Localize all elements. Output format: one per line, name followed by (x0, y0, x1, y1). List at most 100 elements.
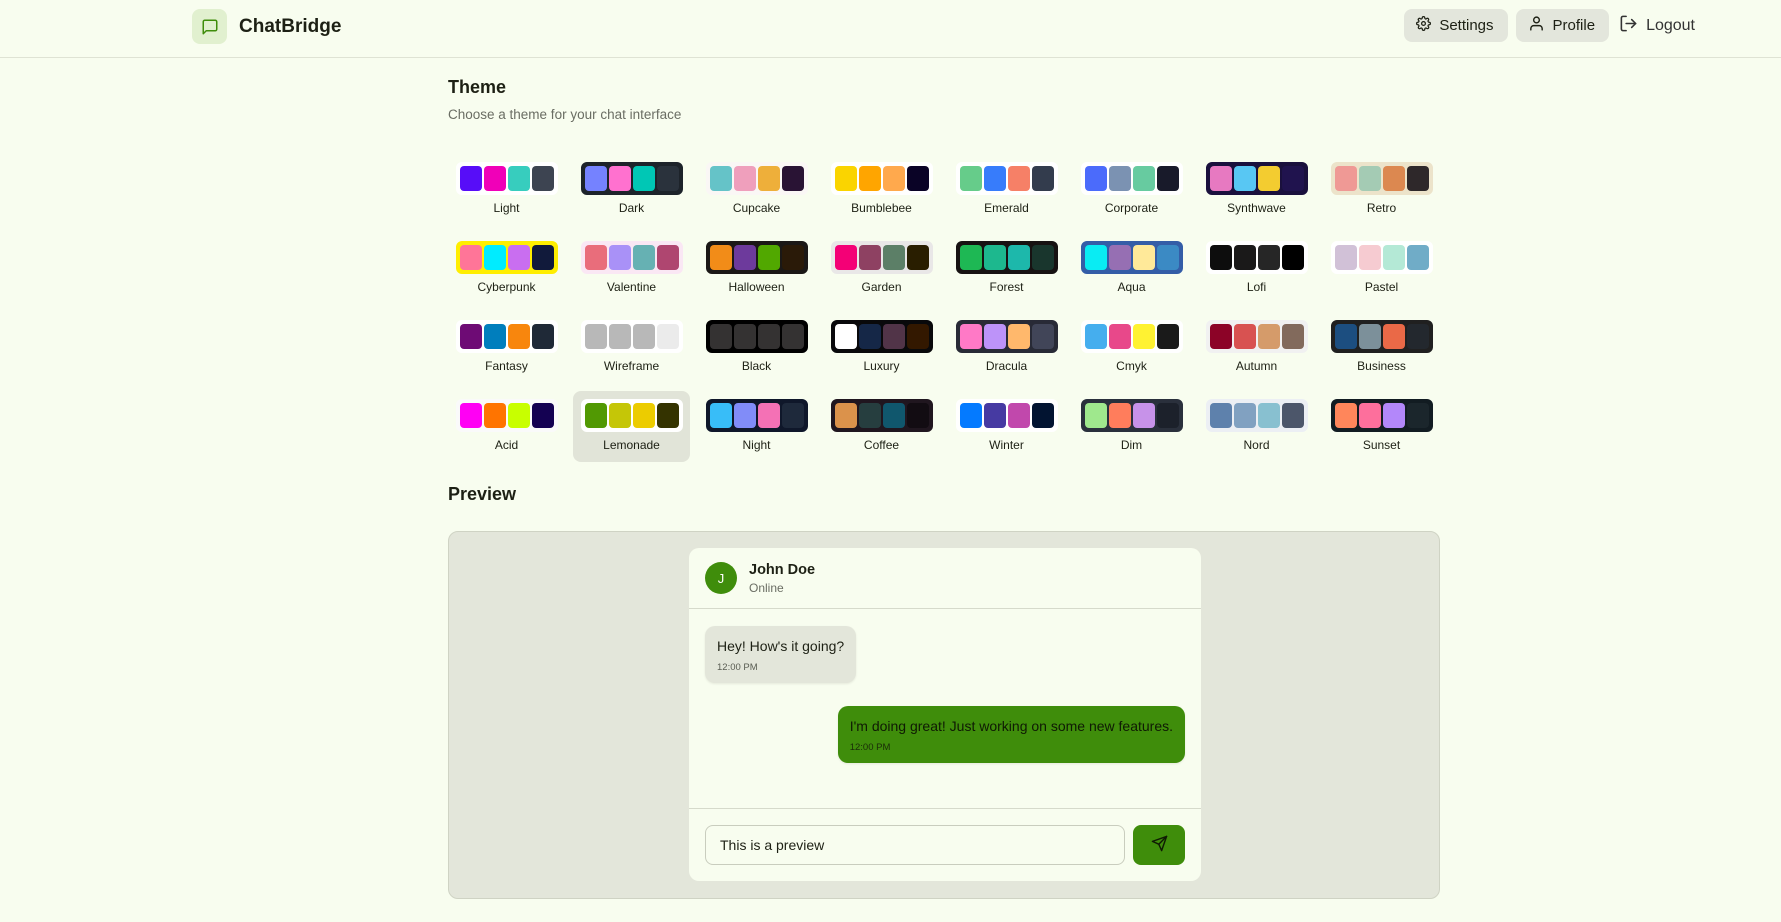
color-swatch (1209, 166, 1232, 191)
theme-swatch-group (1080, 399, 1183, 432)
theme-label: Pastel (1364, 280, 1399, 294)
theme-label: Halloween (728, 280, 785, 294)
color-swatch (1281, 324, 1304, 349)
theme-label: Business (1357, 359, 1406, 373)
color-swatch (959, 166, 982, 191)
theme-option-synthwave[interactable]: Synthwave (1198, 154, 1315, 225)
theme-option-light[interactable]: Light (448, 154, 565, 225)
message-time: 12:00 PM (717, 662, 758, 673)
color-swatch (781, 324, 804, 349)
theme-option-acid[interactable]: Acid (448, 391, 565, 462)
theme-option-corporate[interactable]: Corporate (1073, 154, 1190, 225)
theme-label: Acid (494, 438, 519, 452)
message-outgoing: I'm doing great! Just working on some ne… (837, 706, 1185, 763)
theme-label: Light (493, 201, 520, 215)
color-swatch (1007, 403, 1030, 428)
theme-option-luxury[interactable]: Luxury (823, 312, 940, 383)
theme-option-emerald[interactable]: Emerald (948, 154, 1065, 225)
theme-option-autumn[interactable]: Autumn (1198, 312, 1315, 383)
theme-swatch-group (1205, 241, 1308, 274)
theme-label: Cupcake (732, 201, 781, 215)
settings-button[interactable]: Settings (1404, 9, 1508, 42)
theme-option-fantasy[interactable]: Fantasy (448, 312, 565, 383)
theme-option-nord[interactable]: Nord (1198, 391, 1315, 462)
theme-swatch-group (1330, 162, 1433, 195)
color-swatch (834, 245, 857, 270)
send-button[interactable] (1133, 825, 1185, 865)
theme-label: Luxury (863, 359, 900, 373)
theme-option-dim[interactable]: Dim (1073, 391, 1190, 462)
color-swatch (507, 245, 530, 270)
color-swatch (1358, 166, 1381, 191)
chat-input-row (689, 808, 1201, 881)
theme-option-wireframe[interactable]: Wireframe (573, 312, 690, 383)
theme-label: Dim (1120, 438, 1143, 452)
color-swatch (632, 245, 655, 270)
message-input[interactable] (705, 825, 1125, 865)
color-swatch (1334, 166, 1357, 191)
color-swatch (906, 166, 929, 191)
theme-option-halloween[interactable]: Halloween (698, 233, 815, 304)
color-swatch (733, 324, 756, 349)
theme-swatch-group (580, 241, 683, 274)
color-swatch (656, 324, 679, 349)
theme-option-black[interactable]: Black (698, 312, 815, 383)
color-swatch (1084, 166, 1107, 191)
theme-label: Sunset (1362, 438, 1401, 452)
color-swatch (483, 324, 506, 349)
logout-label: Logout (1646, 16, 1695, 34)
color-swatch (709, 324, 732, 349)
color-swatch (1209, 403, 1232, 428)
color-swatch (858, 245, 881, 270)
user-icon (1528, 15, 1545, 36)
theme-option-lofi[interactable]: Lofi (1198, 233, 1315, 304)
theme-option-coffee[interactable]: Coffee (823, 391, 940, 462)
profile-button[interactable]: Profile (1515, 9, 1610, 42)
color-swatch (584, 403, 607, 428)
color-swatch (1031, 245, 1054, 270)
brand-link[interactable]: ChatBridge (192, 9, 341, 44)
theme-option-winter[interactable]: Winter (948, 391, 1065, 462)
color-swatch (1233, 166, 1256, 191)
color-swatch (1031, 403, 1054, 428)
theme-option-sunset[interactable]: Sunset (1323, 391, 1440, 462)
theme-option-garden[interactable]: Garden (823, 233, 940, 304)
contact-status: Online (749, 580, 784, 595)
color-swatch (757, 166, 780, 191)
theme-option-forest[interactable]: Forest (948, 233, 1065, 304)
color-swatch (733, 403, 756, 428)
theme-option-night[interactable]: Night (698, 391, 815, 462)
logout-button[interactable]: Logout (1619, 9, 1695, 42)
theme-option-cupcake[interactable]: Cupcake (698, 154, 815, 225)
color-swatch (781, 245, 804, 270)
theme-option-business[interactable]: Business (1323, 312, 1440, 383)
theme-option-cyberpunk[interactable]: Cyberpunk (448, 233, 565, 304)
color-swatch (781, 403, 804, 428)
theme-option-bumblebee[interactable]: Bumblebee (823, 154, 940, 225)
theme-option-dark[interactable]: Dark (573, 154, 690, 225)
color-swatch (1132, 403, 1155, 428)
top-navbar: ChatBridge Settings Profile Logout (0, 0, 1781, 58)
theme-swatch-group (455, 241, 558, 274)
preview-area: J John Doe Online Hey! How's it going? 1… (448, 531, 1440, 899)
chat-window: J John Doe Online Hey! How's it going? 1… (689, 548, 1201, 881)
color-swatch (584, 245, 607, 270)
color-swatch (584, 324, 607, 349)
theme-option-retro[interactable]: Retro (1323, 154, 1440, 225)
color-swatch (483, 245, 506, 270)
theme-option-dracula[interactable]: Dracula (948, 312, 1065, 383)
theme-swatch-group (705, 320, 808, 353)
theme-label: Garden (861, 280, 902, 294)
theme-swatch-group (1080, 241, 1183, 274)
theme-swatch-group (1080, 162, 1183, 195)
theme-option-aqua[interactable]: Aqua (1073, 233, 1190, 304)
color-swatch (983, 324, 1006, 349)
color-swatch (959, 245, 982, 270)
color-swatch (1132, 166, 1155, 191)
theme-option-valentine[interactable]: Valentine (573, 233, 690, 304)
theme-option-cmyk[interactable]: Cmyk (1073, 312, 1190, 383)
theme-option-pastel[interactable]: Pastel (1323, 233, 1440, 304)
theme-label: Fantasy (485, 359, 528, 373)
color-swatch (1007, 166, 1030, 191)
theme-option-lemonade[interactable]: Lemonade (573, 391, 690, 462)
